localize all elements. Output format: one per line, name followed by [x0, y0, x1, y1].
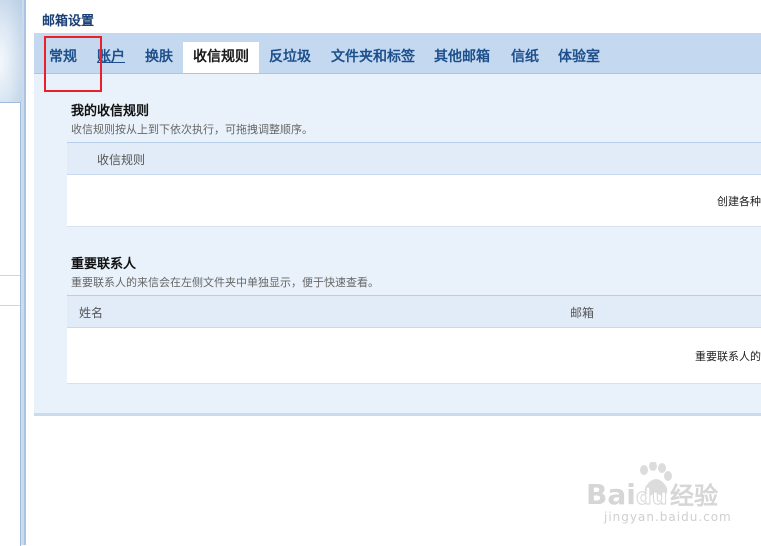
column-header-email: 邮箱: [570, 306, 595, 320]
tab-lab[interactable]: 体验室: [555, 42, 603, 73]
tab-label: 收信规则: [193, 49, 249, 65]
rules-section-title: 我的收信规则: [71, 104, 150, 119]
tab-mail-rules[interactable]: 收信规则: [183, 42, 259, 73]
highlight-annotation-box: [44, 36, 102, 92]
sidebar-panel[interactable]: [0, 102, 21, 546]
column-header-name: 姓名: [79, 306, 104, 320]
rules-table-header: 收信规则: [67, 143, 761, 175]
column-header-rule: 收信规则: [97, 153, 146, 167]
tab-label: 体验室: [558, 49, 600, 65]
tab-skin[interactable]: 换肤: [139, 42, 179, 73]
sidebar-divider: [0, 275, 20, 276]
contacts-table-body: 重要联系人的: [67, 328, 761, 384]
settings-tab-bar: 常规 账户 换肤 收信规则 反垃圾 文件夹和标签 其他邮箱 信纸 体验室: [34, 33, 761, 74]
contacts-empty-message: 重要联系人的: [695, 350, 761, 363]
page-title: 邮箱设置: [42, 14, 95, 29]
tab-label: 文件夹和标签: [331, 49, 415, 65]
tab-folders-labels[interactable]: 文件夹和标签: [327, 42, 419, 73]
watermark-url: jingyan.baidu.com: [604, 510, 732, 524]
rules-empty-message: 创建各种: [717, 195, 761, 208]
rules-table: 收信规则 创建各种: [67, 142, 761, 227]
contacts-section-title: 重要联系人: [71, 257, 137, 272]
tab-label: 其他邮箱: [434, 49, 490, 65]
rules-table-body: 创建各种: [67, 175, 761, 227]
left-sidebar: [0, 0, 26, 546]
svg-text:经验: 经验: [670, 482, 718, 510]
tab-anti-spam[interactable]: 反垃圾: [263, 42, 317, 73]
contacts-table-header: 姓名 邮箱: [67, 296, 761, 328]
tab-other-mailboxes[interactable]: 其他邮箱: [431, 42, 493, 73]
baidu-paw-logo-icon: Bai du 经验: [586, 461, 718, 511]
tab-label: 换肤: [145, 49, 173, 65]
tab-label: 信纸: [511, 49, 539, 65]
panel-bottom-border: [34, 413, 761, 416]
tab-stationery[interactable]: 信纸: [505, 42, 545, 73]
svg-text:Bai: Bai: [586, 478, 636, 511]
contacts-table: 姓名 邮箱 重要联系人的: [67, 295, 761, 384]
rules-section-description: 收信规则按从上到下依次执行，可拖拽调整顺序。: [71, 123, 313, 136]
sidebar-divider: [0, 305, 20, 306]
contacts-section-description: 重要联系人的来信会在左侧文件夹中单独显示，便于快速查看。: [71, 276, 379, 289]
tab-label: 反垃圾: [269, 49, 311, 65]
svg-text:du: du: [636, 485, 667, 510]
baidu-jingyan-watermark: Bai du 经验 jingyan.baidu.com: [586, 461, 736, 530]
sidebar-logo-swoosh: [0, 0, 22, 102]
